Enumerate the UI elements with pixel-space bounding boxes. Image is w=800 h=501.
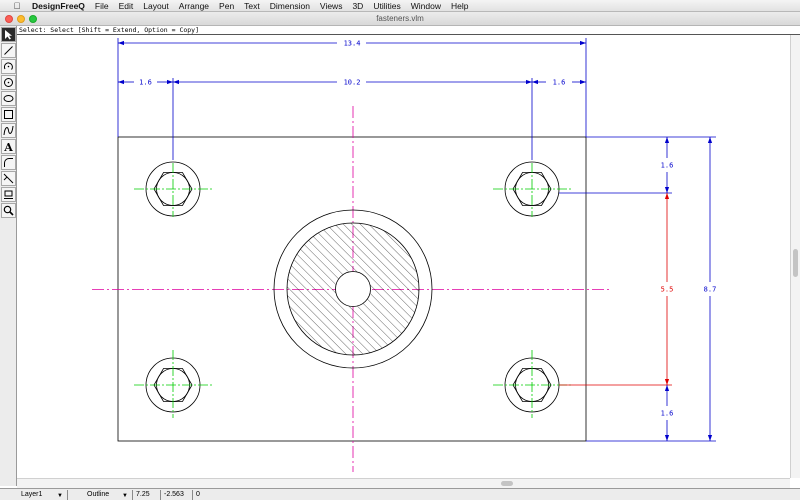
trim-tool[interactable]	[1, 171, 16, 186]
dimension-overall-height[interactable]: 8.7	[704, 137, 717, 441]
dimension-overall-width[interactable]: 13.4	[117, 38, 587, 137]
z-coordinate-readout: 0	[196, 491, 200, 498]
cad-drawing: 13.4 1.6 10.2 1.6 1.6 5.5 1.6 8.7	[92, 38, 717, 472]
menu-views[interactable]: Views	[320, 1, 343, 11]
layer-dropdown[interactable]: Layer1 ▼	[18, 490, 68, 500]
menu-edit[interactable]: Edit	[119, 1, 134, 11]
dimension-bottom-offset[interactable]: 1.6	[661, 385, 674, 441]
line-icon	[4, 46, 13, 55]
close-window-button[interactable]	[5, 15, 13, 23]
dimension-label-bottom-offset: 1.6	[661, 410, 674, 418]
view-mode-value: Outline	[87, 491, 110, 498]
dimension-top-offset[interactable]: 1.6	[661, 137, 674, 193]
rectangle-icon	[4, 110, 13, 119]
arrow-pointer-icon	[5, 30, 12, 40]
svg-text:A: A	[3, 141, 13, 152]
select-tool[interactable]	[1, 27, 16, 42]
y-coordinate-readout: -2.563	[161, 490, 193, 500]
dimension-label-top-offset: 1.6	[661, 162, 674, 170]
tool-palette: A	[0, 26, 17, 486]
fastener-top-left[interactable]	[134, 161, 212, 217]
line-tool[interactable]	[1, 43, 16, 58]
fastener-top-right[interactable]	[493, 161, 571, 217]
menu-arrange[interactable]: Arrange	[179, 1, 209, 11]
arc-tool[interactable]	[1, 59, 16, 74]
circle-icon	[4, 78, 13, 87]
x-coordinate-readout: 7.25	[133, 490, 161, 500]
dimension-label-right-offset: 1.6	[553, 79, 566, 87]
menu-3d[interactable]: 3D	[352, 1, 363, 11]
bezier-curve-icon	[3, 125, 14, 136]
fastener-bottom-right[interactable]	[493, 350, 571, 418]
arc-icon	[3, 62, 13, 70]
dimension-label-hole-spacing-y: 5.5	[661, 286, 674, 294]
ellipse-icon	[3, 95, 14, 102]
fillet-icon	[4, 158, 13, 167]
status-message: Select: Select [Shift = Extend, Option =…	[17, 26, 800, 35]
bottom-bar: Layer1 ▼ Outline ▼ 7.25 -2.563 0	[0, 488, 800, 500]
ellipse-tool[interactable]	[1, 91, 16, 106]
menu-bar:  DesignFreeQ File Edit Layout Arrange P…	[0, 0, 800, 12]
drawing-canvas[interactable]: 13.4 1.6 10.2 1.6 1.6 5.5 1.6 8.7	[17, 35, 790, 478]
dimension-right-offset[interactable]: 1.6	[532, 79, 586, 87]
window-title: fasteners.vlm	[376, 14, 424, 23]
fillet-tool[interactable]	[1, 155, 16, 170]
vertical-scroll-thumb[interactable]	[793, 249, 798, 277]
dimension-label-overall-width: 13.4	[344, 40, 361, 48]
horizontal-scrollbar[interactable]	[17, 478, 790, 488]
dimension-tool[interactable]	[1, 187, 16, 202]
dimension-hole-spacing-y[interactable]: 5.5	[661, 193, 674, 385]
zoom-window-button[interactable]	[29, 15, 37, 23]
fastener-bottom-left[interactable]	[134, 350, 212, 418]
magnifier-icon	[3, 205, 14, 216]
layer-value: Layer1	[21, 491, 43, 498]
dimension-label-overall-height: 8.7	[704, 286, 717, 294]
menu-file[interactable]: File	[95, 1, 109, 11]
window-title-bar[interactable]: fasteners.vlm	[0, 12, 800, 26]
apple-menu-icon[interactable]: 	[10, 1, 24, 11]
dimension-extension-lines-right	[559, 136, 716, 442]
menu-dimension[interactable]: Dimension	[270, 1, 310, 11]
minimize-window-button[interactable]	[17, 15, 25, 23]
dimension-label-hole-spacing-x: 10.2	[344, 79, 361, 87]
menu-utilities[interactable]: Utilities	[373, 1, 400, 11]
horizontal-scroll-thumb[interactable]	[501, 481, 513, 486]
dimension-label-left-offset: 1.6	[139, 79, 152, 87]
dimension-left-offset[interactable]: 1.6	[118, 78, 533, 160]
trim-icon	[3, 173, 14, 184]
text-tool[interactable]: A	[1, 139, 16, 154]
central-boss[interactable]	[273, 209, 433, 369]
menu-pen[interactable]: Pen	[219, 1, 234, 11]
menu-layout[interactable]: Layout	[143, 1, 169, 11]
text-a-icon: A	[3, 141, 13, 152]
app-menu[interactable]: DesignFreeQ	[32, 1, 85, 11]
circle-tool[interactable]	[1, 75, 16, 90]
menu-text[interactable]: Text	[244, 1, 260, 11]
vertical-scrollbar[interactable]	[790, 35, 800, 478]
dimension-hole-spacing-x[interactable]: 10.2	[173, 79, 532, 87]
zoom-tool[interactable]	[1, 203, 16, 218]
rectangle-tool[interactable]	[1, 107, 16, 122]
dimension-icon	[4, 190, 13, 199]
menu-window[interactable]: Window	[411, 1, 441, 11]
menu-help[interactable]: Help	[451, 1, 468, 11]
curve-tool[interactable]	[1, 123, 16, 138]
view-mode-dropdown[interactable]: Outline ▼	[84, 490, 133, 500]
